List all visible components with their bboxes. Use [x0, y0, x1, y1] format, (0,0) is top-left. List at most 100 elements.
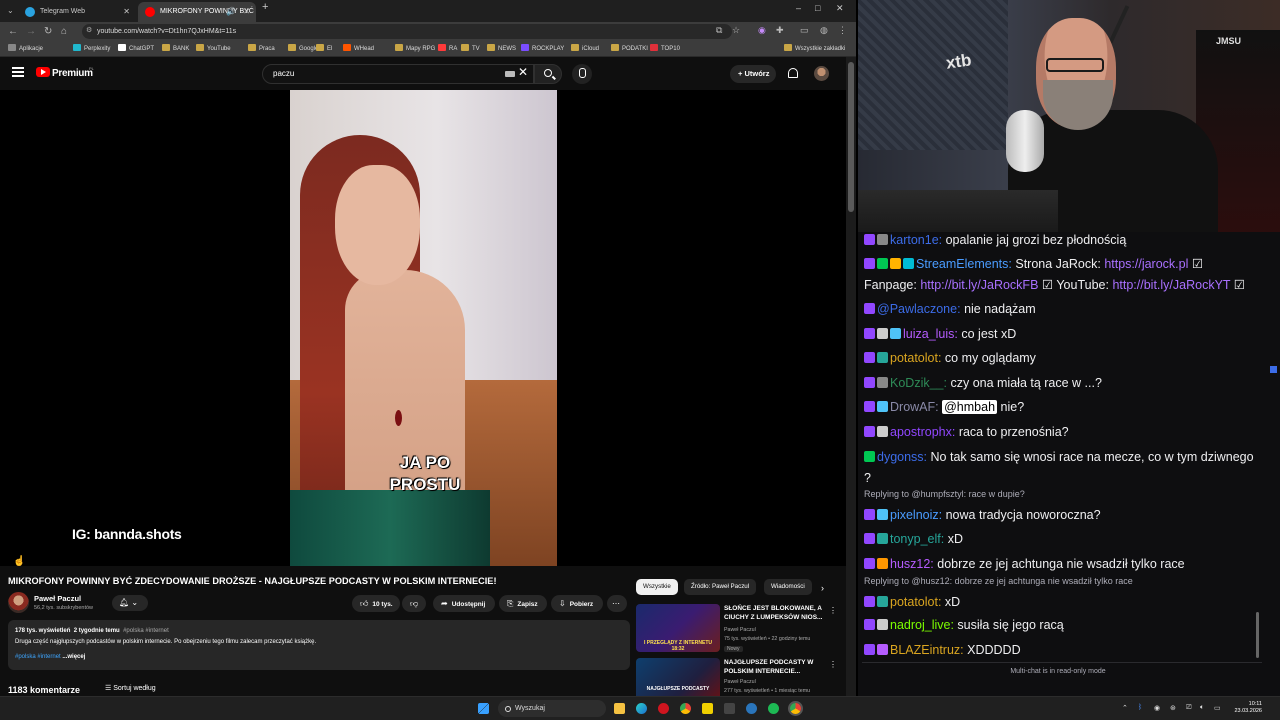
file-explorer-icon[interactable]: [614, 703, 625, 714]
chat-badge-icon[interactable]: [877, 533, 888, 544]
more-actions-button[interactable]: ⋯: [607, 595, 627, 612]
network-icon[interactable]: ⎚: [1186, 704, 1192, 712]
chat-username[interactable]: luiza_luis:: [903, 327, 958, 341]
reload-icon[interactable]: ↻: [44, 24, 52, 39]
hashtags[interactable]: #polska #internet: [123, 628, 169, 634]
chat-scrollbar[interactable]: [1254, 236, 1262, 660]
sort-comments-button[interactable]: ☰ Sortuj według: [105, 684, 156, 692]
close-icon[interactable]: ✕: [243, 2, 250, 22]
chat-badge-icon[interactable]: [864, 234, 875, 245]
tray-app-icon[interactable]: ◉: [1154, 704, 1160, 712]
download-app-icon[interactable]: [724, 703, 735, 714]
bookmark-item[interactable]: Wszystkie zakładki: [784, 43, 845, 55]
bookmark-star-icon[interactable]: ☆: [732, 25, 740, 36]
bookmark-item[interactable]: Perplexity: [73, 43, 110, 55]
chat-badge-icon[interactable]: [877, 352, 888, 363]
home-icon[interactable]: ⌂: [61, 24, 67, 39]
show-more-link[interactable]: ...więcej: [62, 654, 85, 660]
hashtags-link[interactable]: #polska #internet: [15, 654, 61, 660]
chat-username[interactable]: pixelnoiz:: [890, 508, 942, 522]
chat-badge-icon[interactable]: [864, 426, 875, 437]
bookmark-item[interactable]: NEWS: [487, 43, 516, 55]
chip-source[interactable]: Źródło: Paweł Paczul: [684, 579, 757, 595]
chat-username[interactable]: dygonss:: [877, 450, 927, 464]
more-options-icon[interactable]: ⋮: [829, 660, 837, 669]
minimize-button[interactable]: –: [796, 3, 801, 13]
tab-telegram[interactable]: Telegram Web ✕: [18, 2, 136, 22]
chat-username[interactable]: StreamElements:: [916, 257, 1012, 271]
chat-badge-icon[interactable]: [877, 619, 888, 630]
notes-icon[interactable]: [702, 703, 713, 714]
chip-news[interactable]: Wiadomości: [764, 579, 812, 595]
tab-youtube[interactable]: MIKROFONY POWINNY BYĆ 🔊 ✕: [138, 2, 256, 22]
bookmark-item[interactable]: TOP10: [650, 43, 680, 55]
bookmark-item[interactable]: RA: [438, 43, 457, 55]
menu-dots-icon[interactable]: ⋮: [838, 25, 847, 36]
bookmark-item[interactable]: Praca: [248, 43, 275, 55]
recommendation-channel[interactable]: Paweł Paczul: [724, 678, 756, 686]
like-button[interactable]: 👍︎ 10 tys.: [352, 595, 400, 612]
install-icon[interactable]: ⧉: [716, 25, 722, 36]
volume-icon[interactable]: 🔈︎: [1200, 704, 1204, 712]
sidebar-icon[interactable]: ▭: [800, 25, 809, 36]
chevron-right-icon[interactable]: ›: [821, 583, 824, 593]
chat-username[interactable]: potatolot:: [890, 595, 941, 609]
bookmark-item[interactable]: Google: [288, 43, 318, 55]
forward-icon[interactable]: →: [26, 24, 36, 39]
video-player[interactable]: JA PO PROSTU IG: bannda.shots ☝: [0, 90, 846, 566]
create-button[interactable]: + Utwórz: [730, 65, 776, 83]
extensions-puzzle-icon[interactable]: ✚: [776, 25, 784, 36]
channel-avatar[interactable]: [8, 592, 29, 613]
profile-icon[interactable]: ◍: [820, 25, 828, 36]
recommendation-channel[interactable]: Paweł Paczul: [724, 626, 756, 634]
youtube-premium-label[interactable]: Premium: [52, 68, 93, 79]
chat-username[interactable]: potatolot:: [890, 351, 941, 365]
chat-mention[interactable]: @hmbah: [942, 400, 998, 414]
chat-badge-icon[interactable]: [864, 303, 875, 314]
share-button[interactable]: ➦ Udostępnij: [433, 595, 495, 612]
channel-name[interactable]: Paweł Paczul: [34, 594, 81, 603]
chat-badge-icon[interactable]: [877, 377, 888, 388]
chat-scrollbar-thumb[interactable]: [1256, 612, 1259, 658]
chat-badge-icon[interactable]: [864, 533, 875, 544]
more-options-icon[interactable]: ⋮: [829, 606, 837, 615]
extension-icon[interactable]: ◉: [758, 25, 766, 36]
chip-all[interactable]: Wszystkie: [636, 579, 678, 595]
bookmark-item[interactable]: TV: [461, 43, 480, 55]
tab-search-icon[interactable]: ⌄: [7, 3, 14, 18]
speaker-icon[interactable]: 🔊: [226, 2, 236, 22]
chat-badge-icon[interactable]: [877, 401, 888, 412]
chat-badge-icon[interactable]: [864, 558, 875, 569]
close-icon[interactable]: ✕: [123, 2, 130, 22]
notifications-bell-icon[interactable]: [788, 68, 798, 78]
chat-badge-icon[interactable]: [877, 234, 888, 245]
search-input[interactable]: paczu: [262, 64, 534, 84]
chat-username[interactable]: husz12:: [890, 557, 934, 571]
chat-badge-icon[interactable]: [864, 596, 875, 607]
chat-badge-icon[interactable]: [864, 619, 875, 630]
search-button[interactable]: [534, 64, 562, 84]
bookmark-item[interactable]: YouTube: [196, 43, 231, 55]
page-scrollbar-thumb[interactable]: [848, 62, 854, 212]
recommendation-title[interactable]: NAJGŁUPSZE PODCASTY W POLSKIM INTERNECIE…: [724, 658, 824, 676]
chat-username[interactable]: DrowAF:: [890, 400, 939, 414]
recommendation-title[interactable]: SŁOŃCE JEST BLOKOWANE, A CIUCHY Z LUMPEK…: [724, 604, 824, 622]
bookmark-item[interactable]: ROCKPLAY: [521, 43, 564, 55]
bookmark-item[interactable]: ChatGPT: [118, 43, 154, 55]
chat-badge-icon[interactable]: [877, 509, 888, 520]
chat-username[interactable]: KoDzik__:: [890, 376, 947, 390]
chat-username[interactable]: tonyp_elf:: [890, 532, 944, 546]
opera-icon[interactable]: [658, 703, 669, 714]
keyboard-icon[interactable]: [505, 71, 515, 77]
dislike-button[interactable]: 👎︎: [402, 595, 426, 612]
chat-badge-icon[interactable]: [864, 258, 875, 269]
tray-chevron-icon[interactable]: ⌃: [1122, 704, 1128, 712]
steam-icon[interactable]: [746, 703, 757, 714]
chat-username[interactable]: karton1e:: [890, 233, 942, 247]
chat-badge-icon[interactable]: [877, 596, 888, 607]
chrome-icon[interactable]: [680, 703, 691, 714]
url-field[interactable]: youtube.com/watch?v=Dt1hn7QJxHM&t=11s: [82, 24, 732, 39]
chat-badge-icon[interactable]: [864, 451, 875, 462]
close-window-button[interactable]: ✕: [836, 3, 844, 14]
save-button[interactable]: ⎘ Zapisz: [499, 595, 547, 612]
